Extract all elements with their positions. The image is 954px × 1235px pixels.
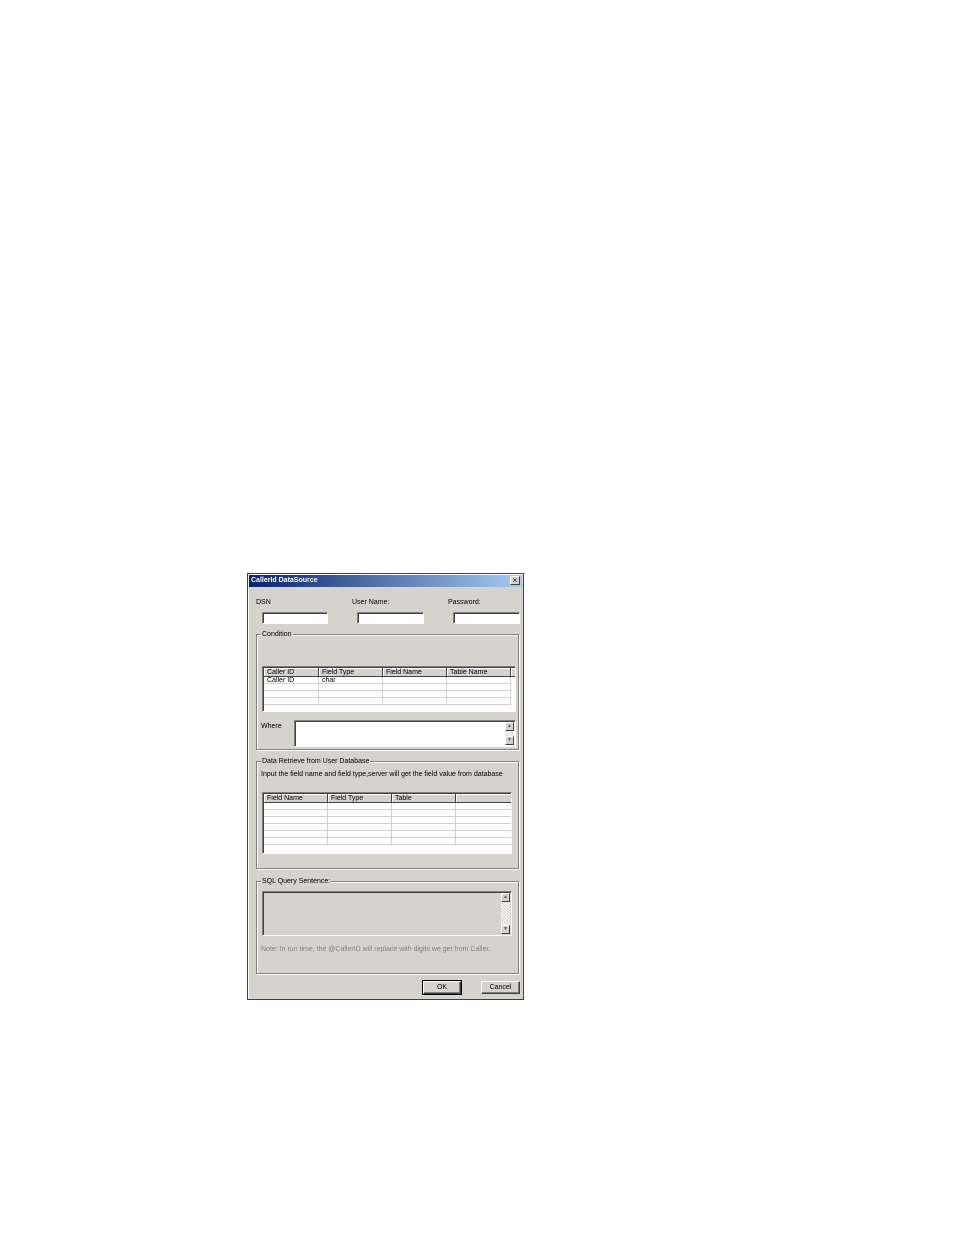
where-scrollbar[interactable]: ▲ ▼ [505, 722, 514, 745]
grid-cell[interactable] [319, 691, 383, 698]
grid-cell[interactable]: char [319, 677, 383, 684]
sql-query-group-title: SQL Query Sentence: [261, 877, 332, 886]
grid-cell[interactable] [264, 824, 328, 831]
close-button[interactable]: × [510, 576, 520, 585]
callerid-datasource-dialog: CallerId DataSource × DSN User Name: Pas… [247, 573, 524, 1000]
grid-cell[interactable] [328, 817, 392, 824]
scroll-up-icon: ▲ [507, 723, 512, 729]
grid-cell[interactable] [328, 831, 392, 838]
column-header[interactable]: Field Type [328, 794, 392, 803]
grid-cell[interactable]: Caller ID [264, 677, 319, 684]
grid-cell[interactable] [456, 817, 511, 824]
scroll-up-button[interactable]: ▲ [505, 722, 514, 731]
data-retrieve-group-title: Data Retrieve from User Database [261, 757, 371, 766]
scroll-down-button[interactable]: ▼ [501, 925, 510, 934]
user-name-label: User Name: [352, 599, 390, 606]
condition-grid[interactable]: Caller ID Field Type Field Name Table Na… [262, 666, 516, 712]
sql-scrollbar[interactable]: ▲ ▼ [501, 893, 510, 934]
cancel-button[interactable]: Cancel [481, 981, 520, 994]
table-row[interactable] [264, 817, 511, 824]
scroll-up-button[interactable]: ▲ [501, 893, 510, 902]
user-name-input[interactable] [357, 612, 424, 624]
grid-cell[interactable] [456, 803, 511, 810]
table-row[interactable] [264, 838, 511, 845]
scroll-down-icon: ▼ [503, 926, 508, 932]
grid-cell[interactable] [392, 817, 456, 824]
ok-button[interactable]: OK [422, 980, 462, 995]
password-label: Password: [448, 599, 481, 606]
table-row[interactable] [264, 691, 511, 698]
grid-cell[interactable] [383, 698, 447, 705]
title-bar[interactable]: CallerId DataSource × [249, 575, 522, 587]
condition-group: Condition Caller ID Field Type Field Nam… [256, 630, 519, 750]
data-retrieve-grid[interactable]: Field Name Field Type Table [262, 792, 512, 854]
grid-cell[interactable] [328, 838, 392, 845]
table-row[interactable] [264, 810, 511, 817]
grid-cell[interactable] [456, 831, 511, 838]
where-label: Where [261, 723, 282, 730]
table-row[interactable] [264, 824, 511, 831]
grid-cell[interactable] [264, 831, 328, 838]
grid-cell[interactable] [319, 684, 383, 691]
grid-cell[interactable] [456, 810, 511, 817]
data-retrieve-description: Input the field name and field type,serv… [261, 771, 503, 778]
column-header[interactable]: Table Name [447, 668, 511, 677]
grid-cell[interactable] [447, 698, 511, 705]
column-header[interactable]: Field Name [383, 668, 447, 677]
sql-query-textarea[interactable]: ▲ ▼ [262, 891, 512, 936]
window-title: CallerId DataSource [251, 577, 318, 584]
runtime-note: Note: In run time, the @CallerID will re… [261, 946, 491, 953]
table-row[interactable] [264, 698, 511, 705]
grid-cell[interactable] [383, 677, 447, 684]
scroll-up-icon: ▲ [503, 894, 508, 900]
data-retrieve-grid-header: Field Name Field Type Table [264, 794, 511, 803]
table-row[interactable]: Caller ID char [264, 677, 511, 684]
grid-cell[interactable] [328, 803, 392, 810]
grid-cell[interactable] [264, 838, 328, 845]
condition-grid-header: Caller ID Field Type Field Name Table Na… [264, 668, 515, 677]
grid-cell[interactable] [328, 810, 392, 817]
grid-cell[interactable] [383, 684, 447, 691]
grid-cell[interactable] [456, 838, 511, 845]
data-retrieve-group: Data Retrieve from User Database Input t… [256, 757, 519, 869]
column-header[interactable]: Caller ID [264, 668, 319, 677]
scroll-down-icon: ▼ [507, 737, 512, 743]
grid-cell[interactable] [392, 831, 456, 838]
grid-cell[interactable] [392, 810, 456, 817]
dsn-input[interactable] [262, 612, 328, 624]
grid-cell[interactable] [447, 684, 511, 691]
column-header-filler [511, 668, 515, 677]
column-header[interactable] [456, 794, 511, 803]
password-input[interactable] [453, 612, 520, 624]
column-header[interactable]: Field Name [264, 794, 328, 803]
grid-cell[interactable] [264, 817, 328, 824]
grid-cell[interactable] [264, 684, 319, 691]
grid-cell[interactable] [447, 677, 511, 684]
grid-cell[interactable] [328, 824, 392, 831]
column-header[interactable]: Table [392, 794, 456, 803]
sql-query-group: SQL Query Sentence: ▲ ▼ Note: In run tim… [256, 877, 519, 974]
dsn-label: DSN [256, 599, 271, 606]
grid-cell[interactable] [319, 698, 383, 705]
condition-grid-rows: Caller ID char [264, 677, 511, 705]
condition-group-title: Condition [261, 630, 293, 639]
column-header[interactable]: Field Type [319, 668, 383, 677]
table-row[interactable] [264, 831, 511, 838]
grid-cell[interactable] [264, 691, 319, 698]
data-retrieve-grid-rows [264, 803, 511, 845]
grid-cell[interactable] [392, 838, 456, 845]
grid-cell[interactable] [264, 803, 328, 810]
grid-cell[interactable] [456, 824, 511, 831]
where-textarea[interactable]: ▲ ▼ [294, 720, 516, 747]
table-row[interactable] [264, 803, 511, 810]
grid-cell[interactable] [264, 810, 328, 817]
grid-cell[interactable] [383, 691, 447, 698]
table-row[interactable] [264, 684, 511, 691]
close-icon: × [512, 576, 518, 585]
grid-cell[interactable] [264, 698, 319, 705]
scroll-down-button[interactable]: ▼ [505, 736, 514, 745]
grid-cell[interactable] [392, 824, 456, 831]
grid-cell[interactable] [392, 803, 456, 810]
grid-cell[interactable] [447, 691, 511, 698]
